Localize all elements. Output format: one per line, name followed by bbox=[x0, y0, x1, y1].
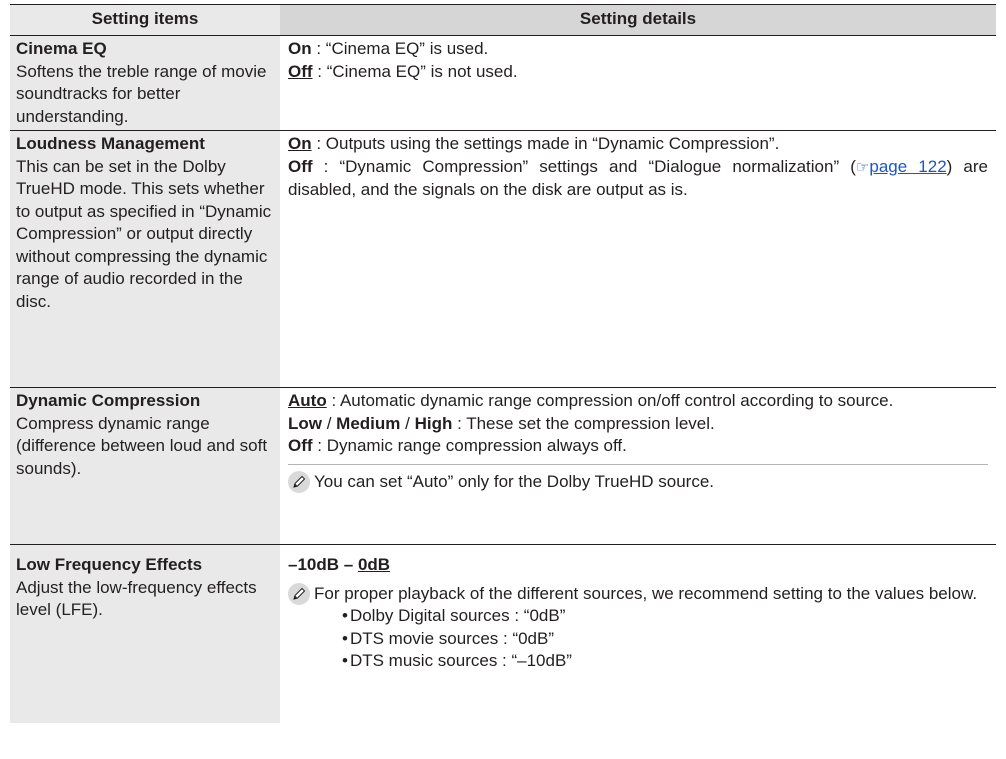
setting-details-cell: On : Outputs using the settings made in … bbox=[280, 131, 996, 387]
note: You can set “Auto” only for the Dolby Tr… bbox=[288, 463, 988, 494]
setting-description: Softens the treble range of movie soundt… bbox=[16, 61, 267, 126]
option-key: Off bbox=[288, 436, 313, 455]
table-row-low-frequency-effects: Low Frequency Effects Adjust the low-fre… bbox=[10, 545, 996, 723]
option-text: : “Cinema EQ” is used. bbox=[311, 39, 489, 58]
option-text: : These set the compression level. bbox=[452, 413, 715, 433]
page-reference-link[interactable]: page 122 bbox=[869, 157, 946, 176]
header-setting-details: Setting details bbox=[579, 8, 697, 28]
page-reference-icon: ☞ bbox=[855, 158, 870, 176]
table-row-cinema-eq: Cinema EQ Softens the treble range of mo… bbox=[10, 36, 996, 131]
setting-item-cell: Cinema EQ Softens the treble range of mo… bbox=[10, 36, 280, 130]
setting-description: This can be set in the Dolby TrueHD mode… bbox=[16, 156, 272, 311]
pencil-icon bbox=[288, 582, 310, 605]
option-key: Medium bbox=[336, 413, 401, 433]
option-separator: / bbox=[322, 413, 337, 433]
option-on: On : Outputs using the settings made in … bbox=[288, 133, 988, 156]
option-range: –10dB – 0dB bbox=[288, 554, 988, 577]
option-key-default: Auto bbox=[288, 391, 327, 410]
option-text: : Automatic dynamic range compression on… bbox=[326, 391, 894, 410]
option-auto: Auto : Automatic dynamic range compressi… bbox=[288, 390, 988, 413]
bullet-list: Dolby Digital sources : “0dB” DTS movie … bbox=[314, 605, 977, 673]
option-off: Off : Dynamic range compression always o… bbox=[288, 435, 988, 458]
option-text: : Dynamic range compression always off. bbox=[312, 436, 627, 455]
list-item: Dolby Digital sources : “0dB” bbox=[342, 605, 977, 628]
note: For proper playback of the different sou… bbox=[288, 582, 988, 673]
setting-name: Dynamic Compression bbox=[16, 391, 201, 410]
option-off: Off : “Cinema EQ” is not used. bbox=[288, 61, 988, 84]
setting-name: Loudness Management bbox=[16, 134, 205, 153]
setting-item-cell: Low Frequency Effects Adjust the low-fre… bbox=[10, 545, 280, 723]
setting-details-cell: –10dB – 0dB For proper playback of the d… bbox=[280, 545, 996, 723]
note-body: For proper playback of the different sou… bbox=[314, 583, 977, 673]
setting-item-cell: Loudness Management This can be set in t… bbox=[10, 131, 280, 387]
setting-details-cell: Auto : Automatic dynamic range compressi… bbox=[280, 388, 996, 544]
setting-description: Adjust the low-frequency effects level (… bbox=[16, 577, 257, 620]
pencil-icon bbox=[288, 470, 310, 493]
option-key: High bbox=[414, 413, 453, 433]
option-key: Off bbox=[288, 156, 313, 176]
note-text: You can set “Auto” only for the Dolby Tr… bbox=[314, 471, 715, 491]
table-row-dynamic-compression: Dynamic Compression Compress dynamic ran… bbox=[10, 388, 996, 545]
list-item: DTS music sources : “–10dB” bbox=[342, 650, 977, 673]
setting-description: Compress dynamic range (difference betwe… bbox=[16, 413, 268, 478]
range-default: 0dB bbox=[357, 555, 391, 574]
settings-table: Setting items Setting details Cinema EQ … bbox=[10, 4, 996, 723]
option-low-medium-high: Low / Medium / High : These set the comp… bbox=[288, 413, 988, 436]
note-text: For proper playback of the different sou… bbox=[314, 583, 978, 603]
option-off: Off : “Dynamic Compression” settings and… bbox=[288, 156, 988, 202]
table-header: Setting items Setting details bbox=[10, 4, 996, 36]
option-on: On : “Cinema EQ” is used. bbox=[288, 38, 988, 61]
header-setting-items: Setting items bbox=[10, 5, 280, 35]
setting-name: Low Frequency Effects bbox=[16, 555, 203, 574]
option-text: : Outputs using the settings made in “Dy… bbox=[311, 134, 780, 153]
setting-name: Cinema EQ bbox=[16, 39, 107, 58]
option-key-default: Off bbox=[288, 61, 313, 81]
list-item: DTS movie sources : “0dB” bbox=[342, 628, 977, 651]
setting-item-cell: Dynamic Compression Compress dynamic ran… bbox=[10, 388, 280, 544]
option-key: On bbox=[288, 39, 312, 58]
option-key-default: On bbox=[288, 134, 312, 153]
table-row-loudness-management: Loudness Management This can be set in t… bbox=[10, 131, 996, 388]
setting-details-cell: On : “Cinema EQ” is used. Off : “Cinema … bbox=[280, 36, 996, 130]
option-key: Low bbox=[288, 413, 322, 433]
range-text: –10dB – bbox=[288, 555, 358, 574]
option-text: : “Cinema EQ” is not used. bbox=[312, 61, 518, 81]
option-separator: / bbox=[400, 413, 415, 433]
option-text: : “Dynamic Compression” settings and “Di… bbox=[312, 156, 856, 176]
